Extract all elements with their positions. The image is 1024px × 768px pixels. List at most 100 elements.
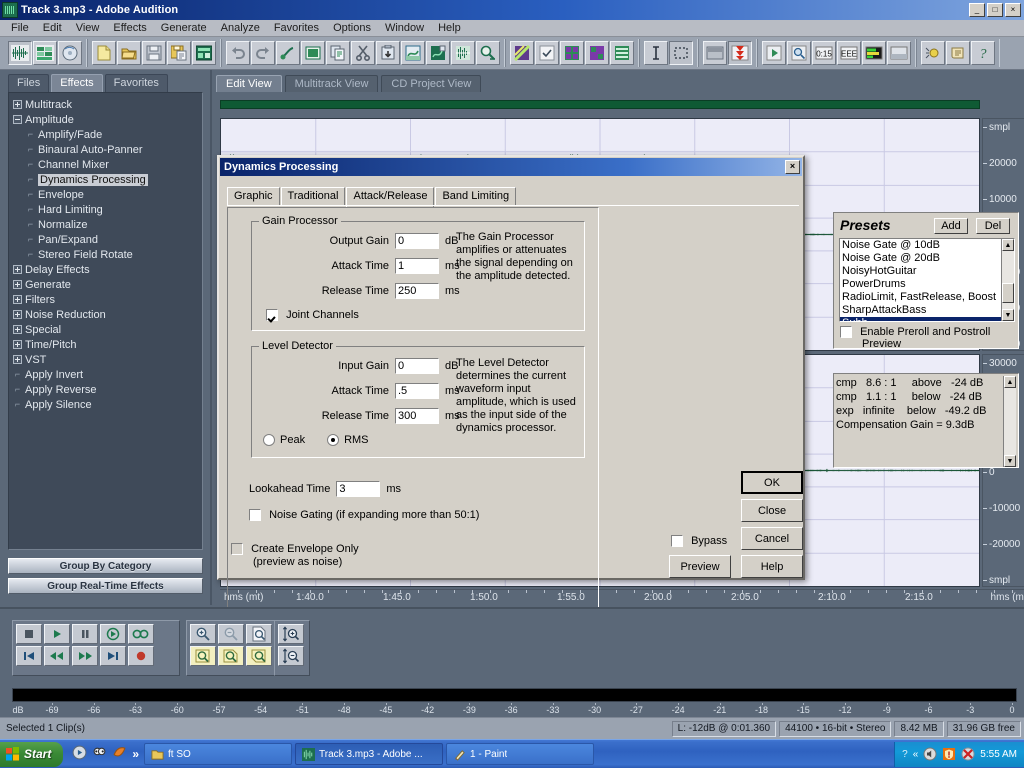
create-envelope-row[interactable]: Create Envelope Only (preview as noise) bbox=[231, 543, 359, 568]
noise-gating-checkbox[interactable] bbox=[249, 509, 261, 522]
tree-item-hard-limiting[interactable]: ⌐ Hard Limiting bbox=[13, 202, 202, 217]
tree-item-multitrack[interactable]: Multitrack bbox=[13, 97, 202, 112]
expand-icon[interactable] bbox=[13, 295, 22, 304]
effects-tree[interactable]: Multitrack Amplitude ⌐ Amplify/Fade ⌐ Binaura… bbox=[8, 92, 203, 550]
zoom-out-vertical-button[interactable] bbox=[278, 646, 304, 666]
loop-play-button[interactable] bbox=[128, 624, 154, 644]
taskbar-item[interactable]: 1 - Paint bbox=[446, 743, 595, 765]
joint-channels-row[interactable]: Joint Channels bbox=[266, 309, 359, 322]
multitrack-view-icon[interactable] bbox=[33, 41, 57, 65]
noise-gating-row[interactable]: Noise Gating (if expanding more than 50:… bbox=[249, 509, 479, 522]
preroll-row[interactable]: Enable Preroll and Postroll Preview bbox=[840, 326, 990, 350]
create-envelope-checkbox[interactable] bbox=[231, 543, 243, 556]
save-icon[interactable] bbox=[142, 41, 166, 65]
antivirus-icon[interactable] bbox=[961, 747, 975, 761]
lookahead-input[interactable] bbox=[336, 481, 381, 497]
stop-button[interactable] bbox=[16, 624, 42, 644]
maximize-button[interactable]: □ bbox=[987, 3, 1003, 17]
script-icon[interactable] bbox=[946, 41, 970, 65]
preset-item[interactable]: Noise Gate @ 20dB bbox=[840, 252, 1001, 265]
collapse-icon[interactable] bbox=[13, 115, 22, 124]
rewind-button[interactable] bbox=[44, 646, 70, 666]
presets-scroll-up-icon[interactable]: ▲ bbox=[1002, 239, 1014, 251]
preset-item[interactable]: Subb bbox=[840, 317, 1001, 321]
cut-icon[interactable] bbox=[351, 41, 375, 65]
radio-rms[interactable]: RMS bbox=[327, 434, 369, 447]
chevron-more-icon[interactable]: » bbox=[132, 747, 139, 761]
radio-button[interactable] bbox=[327, 434, 340, 447]
info-scroll-track[interactable] bbox=[1004, 388, 1016, 455]
media-player-icon[interactable] bbox=[72, 745, 87, 763]
selection-panel-icon[interactable]: EEE bbox=[837, 41, 861, 65]
dialog-close-icon[interactable]: × bbox=[785, 160, 800, 174]
field-input-release-time[interactable] bbox=[395, 283, 439, 299]
delete-selection-icon[interactable] bbox=[426, 41, 450, 65]
play-to-end-button[interactable] bbox=[100, 624, 126, 644]
help-button[interactable]: Help bbox=[741, 555, 803, 578]
selection-range-bar[interactable] bbox=[220, 100, 980, 109]
go-to-end-button[interactable] bbox=[100, 646, 126, 666]
view-tab-edit-view[interactable]: Edit View bbox=[216, 75, 282, 92]
find-icon[interactable] bbox=[476, 41, 500, 65]
preset-del-button[interactable]: Del bbox=[976, 218, 1010, 234]
level-meter-panel-icon[interactable] bbox=[862, 41, 886, 65]
menu-edit[interactable]: Edit bbox=[36, 21, 69, 35]
mix-paste-icon[interactable] bbox=[401, 41, 425, 65]
tree-item-apply-invert[interactable]: ⌐ Apply Invert bbox=[13, 367, 202, 382]
cd-view-icon[interactable] bbox=[58, 41, 82, 65]
options-icon[interactable] bbox=[921, 41, 945, 65]
presets-scroll-thumb[interactable] bbox=[1002, 283, 1014, 303]
expand-icon[interactable] bbox=[13, 310, 22, 319]
zoom-in-horizontal-button[interactable] bbox=[190, 624, 216, 644]
field-input-input-gain[interactable] bbox=[395, 358, 439, 374]
zoom-panel-icon[interactable] bbox=[787, 41, 811, 65]
radio-button[interactable] bbox=[263, 434, 275, 447]
dynamics-info-text[interactable]: cmp 8.6 : 1 above -24 dB cmp 1.1 : 1 belo… bbox=[836, 376, 1016, 465]
menu-favorites[interactable]: Favorites bbox=[267, 21, 326, 35]
presets-scroll-down-icon[interactable]: ▼ bbox=[1002, 309, 1014, 321]
zoom-in-vertical-button[interactable] bbox=[278, 624, 304, 644]
preroll-checkbox[interactable] bbox=[840, 326, 852, 339]
effects-panel-icon[interactable] bbox=[728, 41, 752, 65]
tree-item-channel-mixer[interactable]: ⌐ Channel Mixer bbox=[13, 157, 202, 172]
phase-view-icon[interactable] bbox=[585, 41, 609, 65]
play-button[interactable] bbox=[44, 624, 70, 644]
open-file-icon[interactable] bbox=[117, 41, 141, 65]
hybrid-tool-icon[interactable] bbox=[644, 41, 668, 65]
minimize-button[interactable]: _ bbox=[969, 3, 985, 17]
repair-icon[interactable] bbox=[276, 41, 300, 65]
field-input-output-gain[interactable] bbox=[395, 233, 439, 249]
expand-icon[interactable] bbox=[13, 355, 22, 364]
field-input-release-time[interactable] bbox=[395, 408, 439, 424]
preset-item[interactable]: PowerDrums bbox=[840, 278, 1001, 291]
show-grid-icon[interactable] bbox=[535, 41, 559, 65]
volume-icon[interactable] bbox=[923, 747, 937, 761]
tree-item-time-pitch[interactable]: Time/Pitch bbox=[13, 337, 202, 352]
redo-icon[interactable] bbox=[251, 41, 275, 65]
organizer-tab-files[interactable]: Files bbox=[8, 74, 50, 92]
preset-item[interactable]: NoisyHotGuitar bbox=[840, 265, 1001, 278]
edit-view-icon[interactable] bbox=[8, 41, 32, 65]
tree-item-envelope[interactable]: ⌐ Envelope bbox=[13, 187, 202, 202]
taskbar-clock[interactable]: 5:55 AM bbox=[980, 749, 1017, 760]
frequency-view-icon[interactable] bbox=[610, 41, 634, 65]
close-button[interactable]: × bbox=[1005, 3, 1021, 17]
menu-options[interactable]: Options bbox=[326, 21, 378, 35]
time-panel-icon[interactable]: 0:15 bbox=[812, 41, 836, 65]
level-meter[interactable]: dB -69 -66 -63 -60 -57 -54 -51 -48 -45 -42 -39 -36 -3… bbox=[0, 687, 1024, 717]
shield-icon[interactable] bbox=[942, 747, 956, 761]
organizer-tab-effects[interactable]: Effects bbox=[51, 74, 103, 92]
zoom-to-right-edge-button[interactable] bbox=[246, 646, 272, 666]
tree-item-stereo-field-rotate[interactable]: ⌐ Stereo Field Rotate bbox=[13, 247, 202, 262]
tree-item-binaural-auto-panner[interactable]: ⌐ Binaural Auto-Panner bbox=[13, 142, 202, 157]
ok-button[interactable]: OK bbox=[741, 471, 803, 494]
tree-item-normalize[interactable]: ⌐ Normalize bbox=[13, 217, 202, 232]
marquee-tool-icon[interactable] bbox=[669, 41, 693, 65]
paste-icon[interactable] bbox=[376, 41, 400, 65]
preview-button[interactable]: Preview bbox=[669, 555, 731, 578]
tree-item-generate[interactable]: Generate bbox=[13, 277, 202, 292]
tree-item-vst[interactable]: VST bbox=[13, 352, 202, 367]
preset-add-button[interactable]: Add bbox=[934, 218, 968, 234]
zoom-to-left-edge-button[interactable] bbox=[218, 646, 244, 666]
field-input-attack-time[interactable] bbox=[395, 383, 439, 399]
